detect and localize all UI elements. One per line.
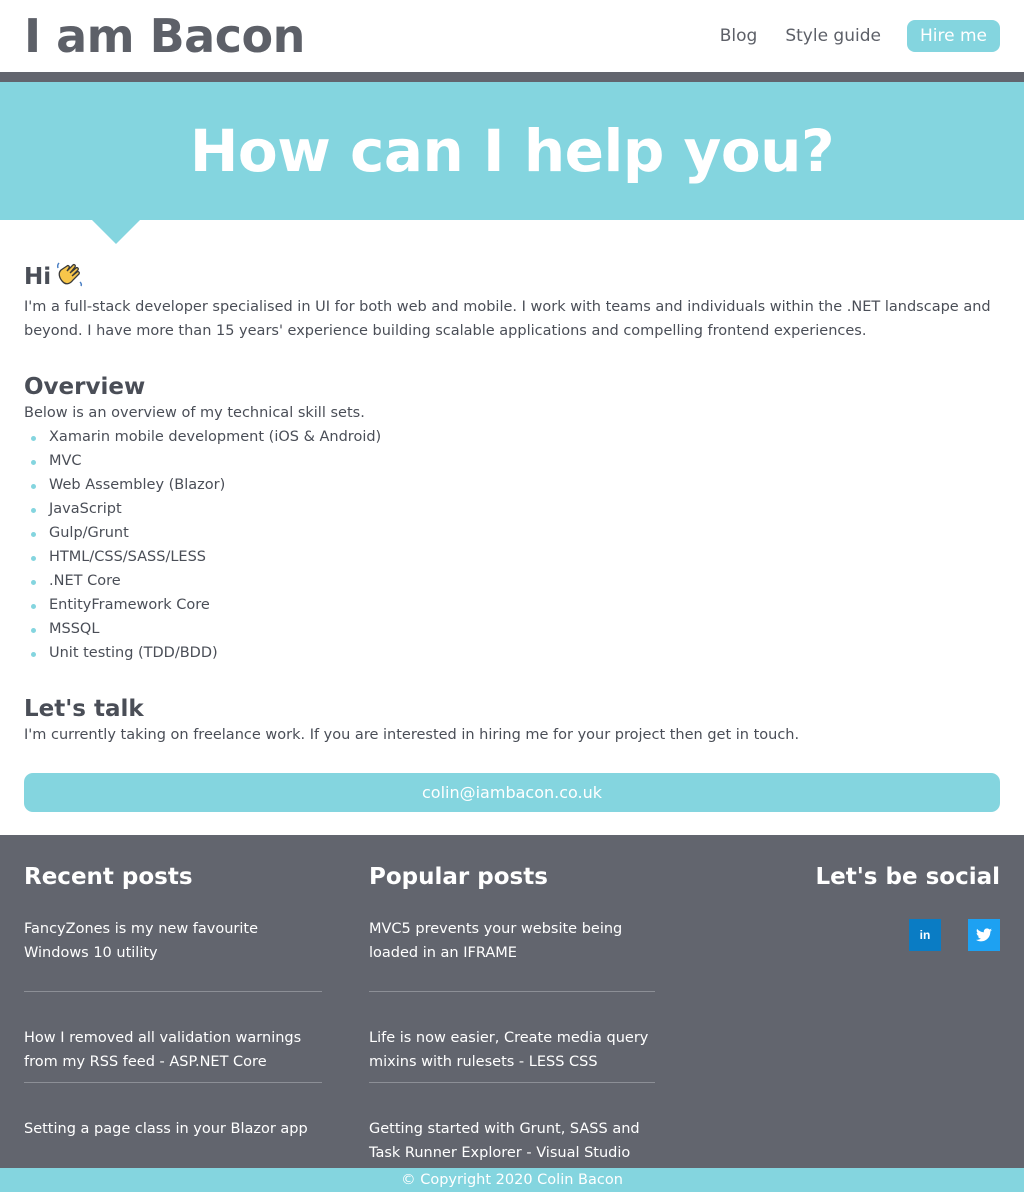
social-icons: in — [882, 919, 1000, 951]
waving-hand-icon — [55, 260, 85, 295]
site-header: I am Bacon Blog Style guide Hire me — [0, 0, 1024, 72]
main-nav: Blog Style guide Hire me — [692, 20, 1000, 52]
main-content: Hi I'm a full-stack developer specialise… — [0, 220, 1024, 812]
nav-blog-link[interactable]: Blog — [720, 26, 758, 46]
skill-item: Gulp/Grunt — [24, 521, 1000, 545]
skill-item: MSSQL — [24, 617, 1000, 641]
twitter-icon[interactable] — [968, 919, 1000, 951]
skill-item: Xamarin mobile development (iOS & Androi… — [24, 425, 1000, 449]
overview-lead: Below is an overview of my technical ski… — [24, 405, 365, 421]
popular-post-link[interactable]: Life is now easier, Create media query m… — [369, 992, 655, 1083]
hire-me-button[interactable]: Hire me — [906, 20, 1000, 52]
popular-post-link[interactable]: Getting started with Grunt, SASS and Tas… — [369, 1083, 655, 1174]
recent-posts-heading: Recent posts — [24, 864, 193, 890]
intro-heading: Hi — [24, 260, 1000, 295]
recent-post-link[interactable]: Setting a page class in your Blazor app — [24, 1083, 322, 1174]
skill-item: MVC — [24, 449, 1000, 473]
recent-post-link[interactable]: FancyZones is my new favourite Windows 1… — [24, 901, 322, 992]
recent-post-link[interactable]: How I removed all validation warnings fr… — [24, 992, 322, 1083]
skill-item: Web Assembley (Blazor) — [24, 473, 1000, 497]
skill-item: HTML/CSS/SASS/LESS — [24, 545, 1000, 569]
header-divider — [0, 72, 1024, 82]
email-button[interactable]: colin@iambacon.co.uk — [24, 773, 1000, 812]
popular-posts-list: MVC5 prevents your website being loaded … — [369, 901, 655, 1174]
linkedin-icon[interactable]: in — [909, 919, 941, 951]
copyright-bar: © Copyright 2020 Colin Bacon — [0, 1168, 1024, 1192]
hero-title: How can I help you? — [189, 117, 835, 185]
site-logo[interactable]: I am Bacon — [24, 9, 305, 63]
lets-talk-paragraph: I'm currently taking on freelance work. … — [24, 727, 800, 743]
recent-posts-section: Recent posts FancyZones is my new favour… — [24, 863, 322, 1174]
recent-posts-list: FancyZones is my new favourite Windows 1… — [24, 901, 322, 1174]
skill-item: JavaScript — [24, 497, 1000, 521]
nav-style-guide-link[interactable]: Style guide — [785, 26, 881, 46]
skills-list: Xamarin mobile development (iOS & Androi… — [24, 425, 1000, 665]
skill-item: EntityFramework Core — [24, 593, 1000, 617]
social-section: Let's be social — [800, 863, 1000, 891]
hero-banner: How can I help you? — [0, 82, 1024, 244]
skill-item: .NET Core — [24, 569, 1000, 593]
skill-item: Unit testing (TDD/BDD) — [24, 641, 1000, 665]
intro-heading-text: Hi — [24, 264, 52, 290]
site-footer: Recent posts FancyZones is my new favour… — [0, 835, 1024, 1174]
popular-posts-section: Popular posts MVC5 prevents your website… — [369, 863, 655, 1174]
popular-post-link[interactable]: MVC5 prevents your website being loaded … — [369, 901, 655, 992]
overview-heading: Overview — [24, 374, 146, 400]
intro-paragraph: I'm a full-stack developer specialised i… — [24, 299, 991, 339]
popular-posts-heading: Popular posts — [369, 864, 548, 890]
lets-talk-heading: Let's talk — [24, 696, 144, 722]
hero-pointer — [92, 220, 140, 244]
social-heading: Let's be social — [815, 864, 1000, 890]
